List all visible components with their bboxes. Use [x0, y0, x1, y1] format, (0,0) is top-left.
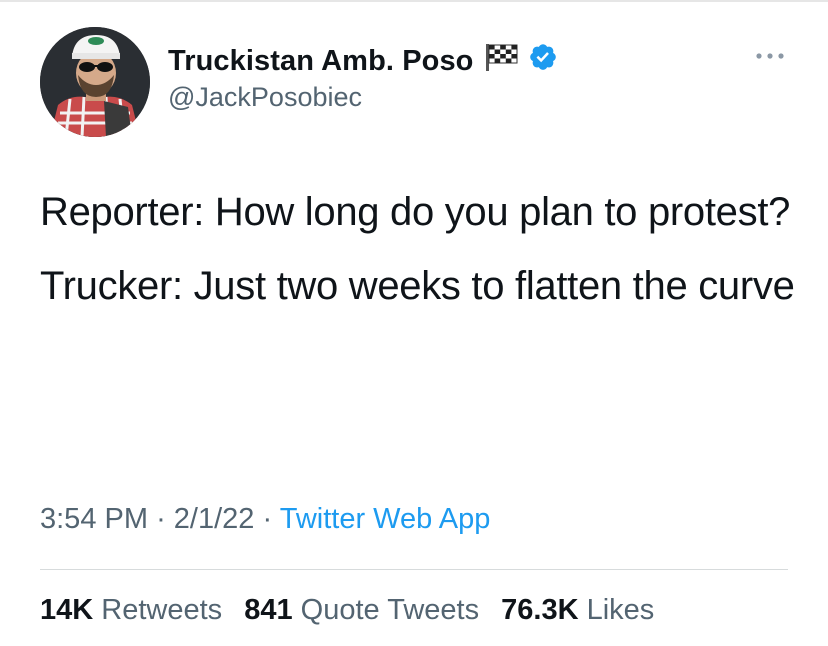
retweets-count: 14K: [40, 594, 94, 626]
quote-tweets-stat[interactable]: 841 Quote Tweets: [244, 594, 479, 626]
tweet-paragraph: Reporter: How long do you plan to protes…: [40, 190, 791, 234]
meta-separator: ·: [262, 503, 273, 535]
top-border: [0, 0, 828, 2]
likes-count: 76.3K: [501, 594, 579, 626]
tweet-source-link[interactable]: Twitter Web App: [280, 503, 491, 535]
author-handle[interactable]: @JackPosobiec: [168, 82, 362, 113]
tweet-paragraph: Trucker: Just two weeks to flatten the c…: [40, 264, 795, 308]
divider: [40, 569, 788, 570]
quote-tweets-label: Quote Tweets: [300, 594, 480, 626]
verified-badge-icon: [528, 42, 558, 80]
tweet-time[interactable]: 3:54 PM: [40, 503, 148, 535]
quote-tweets-count: 841: [244, 594, 293, 626]
likes-label: Likes: [586, 594, 655, 626]
retweets-stat[interactable]: 14K Retweets: [40, 594, 222, 626]
author-display-name-row[interactable]: Truckistan Amb. Poso: [168, 42, 558, 80]
more-options-icon[interactable]: [755, 48, 785, 66]
tweet-date[interactable]: 2/1/22: [174, 503, 255, 535]
meta-separator: ·: [156, 503, 166, 535]
likes-stat[interactable]: 76.3K Likes: [501, 594, 654, 626]
tweet-stats: 14K Retweets 841 Quote Tweets 76.3K Like…: [40, 594, 668, 627]
author-display-name[interactable]: Truckistan Amb. Poso: [168, 45, 474, 78]
avatar[interactable]: [40, 27, 150, 137]
tweet-text: Reporter: How long do you plan to protes…: [40, 181, 800, 317]
avatar-image: [40, 27, 150, 137]
tweet-meta: 3:54 PM · 2/1/22 · Twitter Web App: [40, 503, 490, 536]
retweets-label: Retweets: [101, 594, 223, 626]
checkered-flag-icon: [484, 42, 520, 80]
